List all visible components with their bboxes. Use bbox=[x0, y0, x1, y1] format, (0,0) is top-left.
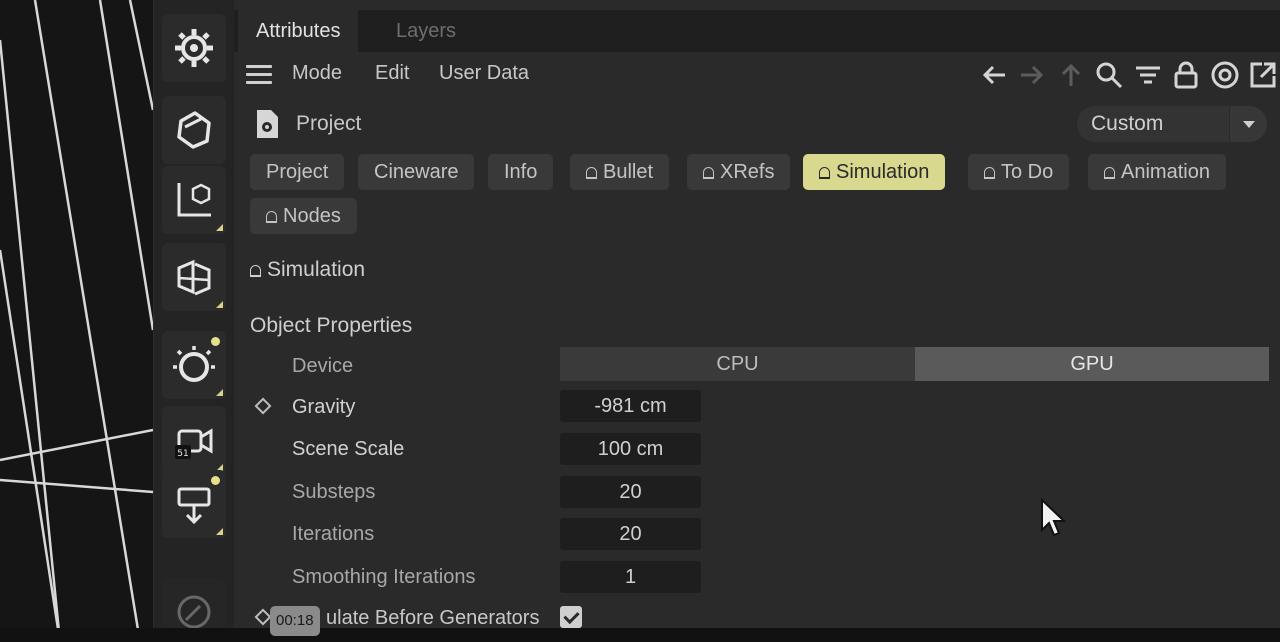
chip-label: Simulation bbox=[836, 161, 930, 183]
project-header: Project Custom bbox=[234, 102, 1280, 146]
axis-cube-icon bbox=[177, 183, 211, 217]
chip-cineware[interactable]: Cineware bbox=[358, 154, 475, 190]
chip-label: XRefs bbox=[720, 161, 775, 183]
light-tool[interactable] bbox=[162, 331, 226, 399]
bell-icon bbox=[586, 167, 597, 179]
back-arrow-icon[interactable] bbox=[979, 60, 1009, 90]
up-arrow-icon[interactable] bbox=[1056, 60, 1086, 90]
bell-icon bbox=[1104, 167, 1115, 179]
viewport[interactable] bbox=[0, 0, 153, 642]
light-sun-icon bbox=[173, 346, 215, 382]
chip-label: Info bbox=[504, 161, 538, 183]
open-external-icon[interactable] bbox=[1248, 60, 1278, 90]
chip-label: Project bbox=[266, 161, 329, 183]
simulate-before-generators-checkbox[interactable] bbox=[560, 606, 582, 628]
chip-xrefs[interactable]: XRefs bbox=[687, 154, 791, 190]
attributes-panel: Attributes Layers Mode Edit User Data Pr… bbox=[234, 0, 1280, 642]
chip-bullet[interactable]: Bullet bbox=[570, 154, 670, 190]
bell-icon bbox=[266, 211, 277, 223]
chip-project[interactable]: Project bbox=[250, 154, 345, 190]
chip-label: Cineware bbox=[374, 161, 459, 183]
section-object-properties: Object Properties bbox=[250, 314, 413, 337]
chip-info[interactable]: Info bbox=[488, 154, 554, 190]
generator-icon bbox=[177, 487, 211, 525]
bell-icon bbox=[703, 167, 714, 179]
preset-value: Custom bbox=[1091, 112, 1164, 135]
chip-simulation[interactable]: Simulation bbox=[803, 154, 946, 190]
search-icon[interactable] bbox=[1094, 60, 1124, 90]
chip-label: Nodes bbox=[283, 205, 341, 227]
project-file-icon bbox=[257, 110, 278, 138]
tool-palette: 51 bbox=[153, 0, 234, 642]
generator-tool[interactable] bbox=[162, 470, 226, 538]
chevron-down-icon[interactable] bbox=[1229, 106, 1267, 142]
chip-todo[interactable]: To Do bbox=[968, 154, 1070, 190]
keyframe-diamond-icon[interactable] bbox=[254, 397, 272, 415]
bell-icon bbox=[819, 167, 830, 179]
bell-icon bbox=[250, 265, 261, 277]
camera-tool[interactable]: 51 bbox=[162, 406, 226, 474]
render-settings-tool[interactable] bbox=[162, 14, 226, 82]
scene-scale-field[interactable]: 100 cm bbox=[560, 433, 701, 465]
deformer-tool[interactable] bbox=[162, 243, 226, 311]
device-gpu-option[interactable]: GPU bbox=[915, 347, 1269, 381]
panel-tabbar: Attributes Layers bbox=[234, 10, 1280, 52]
gravity-label: Gravity bbox=[292, 396, 356, 418]
chip-label: Bullet bbox=[603, 161, 654, 183]
device-cpu-option[interactable]: CPU bbox=[560, 347, 915, 381]
camera-icon: 51 bbox=[175, 428, 213, 459]
timeline-time-badge: 00:18 bbox=[270, 606, 320, 636]
forward-arrow-icon[interactable] bbox=[1017, 60, 1047, 90]
mouse-cursor-icon bbox=[1041, 498, 1066, 537]
chip-label: To Do bbox=[1001, 161, 1054, 183]
device-label: Device bbox=[292, 355, 354, 377]
smoothing-iterations-label: Smoothing Iterations bbox=[292, 566, 476, 588]
menu-mode[interactable]: Mode bbox=[292, 62, 342, 85]
chip-animation[interactable]: Animation bbox=[1088, 154, 1226, 190]
object-tool[interactable] bbox=[162, 96, 226, 164]
menu-bar: Mode Edit User Data bbox=[234, 52, 1280, 98]
simulate-before-generators-label: ulate Before Generators bbox=[326, 607, 540, 629]
target-icon[interactable] bbox=[1210, 60, 1240, 90]
coordinate-tool[interactable] bbox=[162, 166, 226, 234]
svg-text:51: 51 bbox=[177, 449, 188, 459]
iterations-label: Iterations bbox=[292, 523, 375, 545]
section-simulation: Simulation bbox=[250, 258, 365, 282]
scene-scale-label: Scene Scale bbox=[292, 438, 405, 460]
menu-user-data[interactable]: User Data bbox=[439, 62, 529, 85]
polygon-object-icon bbox=[177, 111, 211, 149]
smoothing-iterations-field[interactable]: 1 bbox=[560, 561, 701, 593]
deformer-icon bbox=[177, 259, 211, 296]
iterations-field[interactable]: 20 bbox=[560, 518, 701, 550]
substeps-label: Substeps bbox=[292, 481, 376, 503]
bell-icon bbox=[984, 167, 995, 179]
device-switch[interactable]: CPU GPU bbox=[560, 347, 1269, 381]
tab-layers[interactable]: Layers bbox=[378, 10, 474, 52]
preset-dropdown[interactable]: Custom bbox=[1077, 106, 1267, 142]
chip-label: Animation bbox=[1121, 161, 1210, 183]
filter-icon[interactable] bbox=[1133, 60, 1163, 90]
gear-icon bbox=[175, 29, 213, 67]
tab-attributes[interactable]: Attributes bbox=[238, 10, 359, 52]
substeps-field[interactable]: 20 bbox=[560, 476, 701, 508]
wireframe-lines bbox=[0, 0, 153, 642]
chip-nodes[interactable]: Nodes bbox=[250, 198, 357, 234]
menu-edit[interactable]: Edit bbox=[375, 62, 409, 85]
lock-icon[interactable] bbox=[1171, 60, 1201, 90]
project-title: Project bbox=[296, 112, 362, 135]
keyframe-diamond-icon[interactable] bbox=[254, 608, 272, 626]
gravity-field[interactable]: -981 cm bbox=[560, 390, 701, 422]
section-label: Simulation bbox=[267, 258, 366, 281]
timeline-bar[interactable] bbox=[0, 628, 1280, 642]
hamburger-menu-icon[interactable] bbox=[246, 65, 272, 85]
